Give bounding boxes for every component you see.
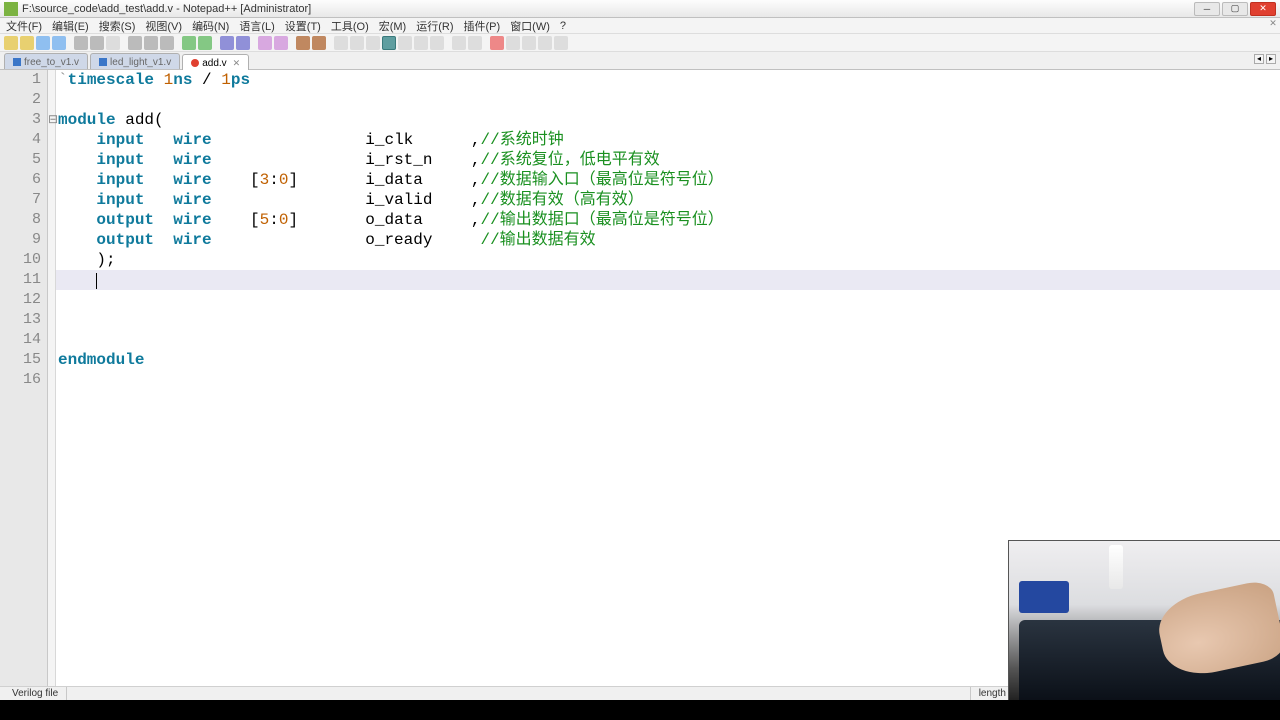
tab-label: led_light_v1.v <box>110 57 171 68</box>
record-macro-icon[interactable] <box>490 36 504 50</box>
doc-map-icon[interactable] <box>398 36 412 50</box>
zoom-in-icon[interactable] <box>258 36 272 50</box>
taskbar[interactable] <box>0 700 1280 720</box>
tab-file-1[interactable]: free_to_v1.v <box>4 53 88 69</box>
menu-file[interactable]: 文件(F) <box>6 18 42 34</box>
play-multi-icon[interactable] <box>538 36 552 50</box>
menu-macro[interactable]: 宏(M) <box>379 18 407 34</box>
dev-board <box>1019 581 1069 613</box>
menu-encoding[interactable]: 编码(N) <box>192 18 229 34</box>
tab-file-2[interactable]: led_light_v1.v <box>90 53 180 69</box>
sync-v-icon[interactable] <box>296 36 310 50</box>
file-saved-icon <box>99 58 107 66</box>
menubar: 文件(F) 编辑(E) 搜索(S) 视图(V) 编码(N) 语言(L) 设置(T… <box>0 18 1280 34</box>
menu-help[interactable]: ? <box>560 20 566 32</box>
menu-search[interactable]: 搜索(S) <box>99 18 136 34</box>
close-tab-icon[interactable]: ✕ <box>233 58 241 69</box>
tab-nav: ◂ ▸ <box>1254 54 1276 64</box>
window-controls: ─ ▢ ✕ <box>1192 2 1276 16</box>
tab-file-3[interactable]: add.v ✕ <box>182 54 249 70</box>
redo-icon[interactable] <box>198 36 212 50</box>
maximize-button[interactable]: ▢ <box>1222 2 1248 16</box>
new-file-icon[interactable] <box>4 36 18 50</box>
tab-label: free_to_v1.v <box>24 57 79 68</box>
tab-next-button[interactable]: ▸ <box>1266 54 1276 64</box>
window-title: F:\source_code\add_test\add.v - Notepad+… <box>22 3 1192 15</box>
app-icon <box>4 2 18 16</box>
copy-icon[interactable] <box>144 36 158 50</box>
show-all-chars-icon[interactable] <box>350 36 364 50</box>
secondary-close-icon[interactable]: ✕ <box>1268 18 1278 28</box>
status-filetype: Verilog file <box>4 687 66 700</box>
func-list-icon[interactable] <box>414 36 428 50</box>
close-all-icon[interactable] <box>90 36 104 50</box>
titlebar: F:\source_code\add_test\add.v - Notepad+… <box>0 0 1280 18</box>
find-icon[interactable] <box>220 36 234 50</box>
webcam-overlay <box>1008 540 1280 700</box>
monitor-icon[interactable] <box>452 36 466 50</box>
menu-tools[interactable]: 工具(O) <box>331 18 369 34</box>
undo-icon[interactable] <box>182 36 196 50</box>
folder-icon[interactable] <box>430 36 444 50</box>
play-macro-icon[interactable] <box>522 36 536 50</box>
fold-column[interactable]: ⊟ <box>48 70 56 694</box>
tab-label: add.v <box>202 58 226 69</box>
menu-edit[interactable]: 编辑(E) <box>52 18 89 34</box>
file-dirty-icon <box>191 59 199 67</box>
toolbar <box>0 34 1280 52</box>
replace-icon[interactable] <box>236 36 250 50</box>
line-number-gutter: 12345678910111213141516 <box>0 70 48 694</box>
menu-language[interactable]: 语言(L) <box>239 18 274 34</box>
paste-icon[interactable] <box>160 36 174 50</box>
close-file-icon[interactable] <box>74 36 88 50</box>
stop-macro-icon[interactable] <box>506 36 520 50</box>
open-file-icon[interactable] <box>20 36 34 50</box>
bottle <box>1109 545 1123 589</box>
save-macro-icon[interactable] <box>554 36 568 50</box>
menu-plugins[interactable]: 插件(P) <box>464 18 501 34</box>
print-icon[interactable] <box>106 36 120 50</box>
zoom-out-icon[interactable] <box>274 36 288 50</box>
minimize-button[interactable]: ─ <box>1194 2 1220 16</box>
tabbar: free_to_v1.v led_light_v1.v add.v ✕ ◂ ▸ <box>0 52 1280 70</box>
close-button[interactable]: ✕ <box>1250 2 1276 16</box>
indent-guide-icon[interactable] <box>366 36 380 50</box>
menu-settings[interactable]: 设置(T) <box>285 18 321 34</box>
save-icon[interactable] <box>36 36 50 50</box>
save-all-icon[interactable] <box>52 36 66 50</box>
menu-view[interactable]: 视图(V) <box>145 18 182 34</box>
status-spacer <box>66 687 970 700</box>
sync-h-icon[interactable] <box>312 36 326 50</box>
file-saved-icon <box>13 58 21 66</box>
cut-icon[interactable] <box>128 36 142 50</box>
menu-run[interactable]: 运行(R) <box>416 18 453 34</box>
spell-icon[interactable] <box>468 36 482 50</box>
tab-prev-button[interactable]: ◂ <box>1254 54 1264 64</box>
menu-window[interactable]: 窗口(W) <box>510 18 550 34</box>
wrap-icon[interactable] <box>334 36 348 50</box>
user-lang-icon[interactable] <box>382 36 396 50</box>
